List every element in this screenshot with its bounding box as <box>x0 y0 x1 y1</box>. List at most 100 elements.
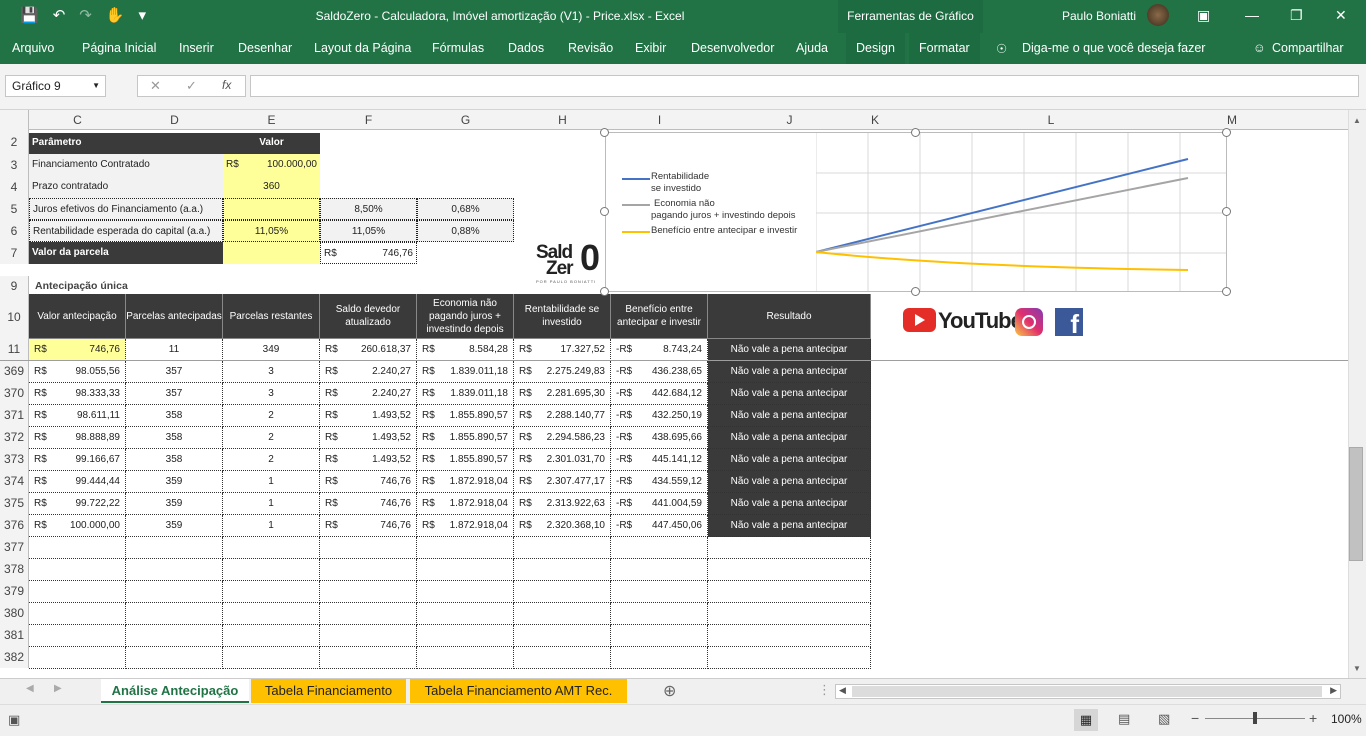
table-cell[interactable]: R$ 1.493,52 <box>320 405 417 427</box>
result-cell[interactable]: Não vale a pena antecipar <box>708 493 871 515</box>
table-cell[interactable]: 358 <box>126 405 223 427</box>
row-header[interactable]: 382 <box>0 646 29 668</box>
empty-cell[interactable] <box>223 581 320 603</box>
resize-handle[interactable] <box>600 287 609 296</box>
tab-exibir[interactable]: Exibir <box>635 41 666 55</box>
param-label[interactable]: Rentabilidade esperada do capital (a.a.) <box>29 220 223 242</box>
normal-view-icon[interactable]: ▦ <box>1074 709 1098 731</box>
tab-design[interactable]: Design <box>846 33 905 64</box>
param-value[interactable]: R$ 746,76 <box>320 242 417 264</box>
empty-cell[interactable] <box>708 647 871 669</box>
empty-cell[interactable] <box>29 581 126 603</box>
zoom-in-icon[interactable]: + <box>1309 710 1317 726</box>
table-cell[interactable]: R$ 2.294.586,23 <box>514 427 611 449</box>
empty-cell[interactable] <box>708 559 871 581</box>
empty-cell[interactable] <box>320 603 417 625</box>
table-cell[interactable]: R$ 746,76 <box>320 515 417 537</box>
vertical-scrollbar[interactable]: ▲ ▼ <box>1348 110 1366 678</box>
result-cell[interactable]: Não vale a pena antecipar <box>708 471 871 493</box>
split-handle-icon[interactable]: ⋮ <box>818 682 831 698</box>
empty-cell[interactable] <box>126 559 223 581</box>
tell-me-input[interactable]: Diga-me o que você deseja fazer <box>1022 41 1205 55</box>
table-cell[interactable]: R$ 100.000,00 <box>29 515 126 537</box>
empty-cell[interactable] <box>708 581 871 603</box>
row-header[interactable]: 371 <box>0 404 29 426</box>
empty-cell[interactable] <box>417 647 514 669</box>
table-cell[interactable]: R$ 98.055,56 <box>29 361 126 383</box>
table-cell[interactable]: R$ 1.872.918,04 <box>417 471 514 493</box>
empty-cell[interactable] <box>417 603 514 625</box>
empty-cell[interactable] <box>320 581 417 603</box>
row-header[interactable]: 5 <box>0 198 29 220</box>
add-sheet-icon[interactable]: ⊕ <box>663 681 676 701</box>
result-cell[interactable]: Não vale a pena antecipar <box>708 383 871 405</box>
page-break-icon[interactable]: ▧ <box>1158 711 1170 727</box>
table-cell[interactable]: R$ 1.839.011,18 <box>417 383 514 405</box>
empty-cell[interactable] <box>29 647 126 669</box>
empty-cell[interactable] <box>514 647 611 669</box>
cancel-icon[interactable]: ✕ <box>150 78 161 94</box>
enter-icon[interactable]: ✓ <box>186 78 197 94</box>
resize-handle[interactable] <box>911 287 920 296</box>
table-cell[interactable]: 358 <box>126 427 223 449</box>
col-header-h[interactable]: H <box>514 113 611 127</box>
instagram-icon[interactable] <box>1015 308 1043 336</box>
col-header-j[interactable]: J <box>708 113 871 127</box>
table-cell[interactable]: R$ 99.444,44 <box>29 471 126 493</box>
table-cell[interactable]: -R$ 445.141,12 <box>611 449 708 471</box>
tab-formatar[interactable]: Formatar <box>909 33 980 64</box>
resize-handle[interactable] <box>1222 128 1231 137</box>
table-cell[interactable]: R$ 746,76 <box>29 339 126 361</box>
col-header-l[interactable]: L <box>875 113 1227 127</box>
table-cell[interactable]: R$ 1.872.918,04 <box>417 493 514 515</box>
table-cell[interactable]: R$ 260.618,37 <box>320 339 417 361</box>
minimize-icon[interactable]: — <box>1245 7 1259 23</box>
empty-cell[interactable] <box>611 603 708 625</box>
table-cell[interactable]: R$ 1.493,52 <box>320 449 417 471</box>
scroll-down-icon[interactable]: ▼ <box>1353 664 1361 673</box>
table-cell[interactable]: R$ 99.722,22 <box>29 493 126 515</box>
table-cell[interactable]: R$ 2.240,27 <box>320 383 417 405</box>
table-cell[interactable]: R$ 8.584,28 <box>417 339 514 361</box>
empty-cell[interactable] <box>126 537 223 559</box>
table-cell[interactable]: -R$ 441.004,59 <box>611 493 708 515</box>
empty-cell[interactable] <box>514 603 611 625</box>
tab-inserir[interactable]: Inserir <box>179 41 214 55</box>
row-header[interactable]: 370 <box>0 382 29 404</box>
select-all-corner[interactable] <box>0 110 29 130</box>
param-label[interactable]: Financiamento Contratado <box>29 154 223 176</box>
empty-cell[interactable] <box>320 647 417 669</box>
row-header[interactable]: 3 <box>0 154 29 176</box>
chevron-down-icon[interactable]: ▼ <box>92 76 100 96</box>
row-header[interactable]: 4 <box>0 176 29 198</box>
row-header[interactable]: 377 <box>0 536 29 558</box>
tab-dados[interactable]: Dados <box>508 41 544 55</box>
col-header-i[interactable]: I <box>611 113 708 127</box>
restore-icon[interactable]: ❐ <box>1290 7 1303 24</box>
sheet-tab-tabela[interactable]: Tabela Financiamento <box>251 679 406 703</box>
horizontal-scroll-thumb[interactable] <box>852 686 1322 697</box>
table-cell[interactable]: R$ 1.872.918,04 <box>417 515 514 537</box>
table-cell[interactable]: 2 <box>223 405 320 427</box>
param-value[interactable]: 11,05% <box>320 220 417 242</box>
col-header-f[interactable]: F <box>320 113 417 127</box>
table-cell[interactable]: -R$ 438.695,66 <box>611 427 708 449</box>
table-cell[interactable]: R$ 2.288.140,77 <box>514 405 611 427</box>
row-header[interactable]: 378 <box>0 558 29 580</box>
empty-cell[interactable] <box>126 581 223 603</box>
param-value[interactable]: R$ 100.000,00 <box>223 154 320 176</box>
table-cell[interactable]: R$ 2.313.922,63 <box>514 493 611 515</box>
empty-cell[interactable] <box>126 603 223 625</box>
empty-cell[interactable] <box>514 559 611 581</box>
youtube-icon[interactable] <box>903 308 936 332</box>
empty-cell[interactable] <box>514 537 611 559</box>
empty-cell[interactable] <box>417 625 514 647</box>
result-cell[interactable]: Não vale a pena antecipar <box>708 449 871 471</box>
table-cell[interactable]: 11 <box>126 339 223 361</box>
result-cell[interactable]: Não vale a pena antecipar <box>708 515 871 537</box>
table-cell[interactable]: R$ 746,76 <box>320 493 417 515</box>
row-header[interactable]: 2 <box>0 130 29 154</box>
empty-cell[interactable] <box>223 647 320 669</box>
table-cell[interactable]: 359 <box>126 493 223 515</box>
empty-cell[interactable] <box>611 647 708 669</box>
